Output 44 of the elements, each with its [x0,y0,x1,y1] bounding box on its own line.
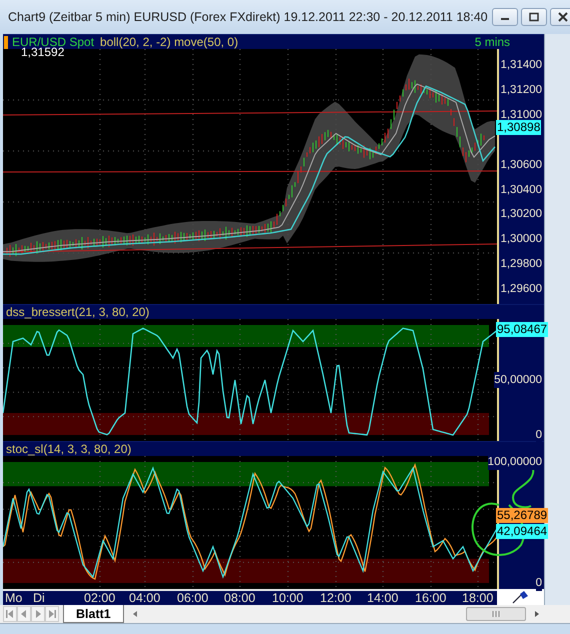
time-label: Di [33,591,45,606]
minimize-button[interactable] [492,8,518,26]
horizontal-scrollbar[interactable] [466,607,526,621]
time-label: Mo [5,591,22,606]
time-label: 04:00 [129,591,160,606]
value-badge: 55,26789 [496,508,548,524]
indicator-label: boll(20, 2, -2) move(50, 0) [99,35,238,50]
restore-button[interactable] [520,8,547,26]
value-badge: 95,08467 [496,322,548,338]
time-label: 02:00 [84,591,116,606]
indicator-label: stoc_sl(14, 3, 3, 80, 20) [5,442,132,456]
scroll-right-icon[interactable] [534,610,540,618]
timeframe-label: 5 mins [474,35,510,50]
left-arrow-icon [5,608,15,620]
axis-label: 0 [536,427,542,444]
time-label: 08:00 [224,591,256,606]
left-arrow-icon [19,608,29,620]
time-label: 06:00 [177,591,208,606]
right-arrow-icon [47,608,57,620]
next-sheet-button[interactable] [45,606,59,622]
previous-sheet-button[interactable] [17,606,31,622]
window-title: Chart9 (Zeitbar 5 min) EURUSD (Forex FXdirekt) 19.12.2011 22:30 - 20.12.2011 18:40 [8,10,488,24]
time-label: 10:00 [272,591,304,606]
next-sheet-button[interactable] [31,606,45,622]
previous-sheet-button[interactable] [3,606,17,622]
value-badge: 42,09464 [496,524,548,540]
restore-icon [528,12,540,22]
right-arrow-icon [33,608,43,620]
flag-icon[interactable] [512,590,530,604]
time-label: 16:00 [415,591,446,606]
time-label: 12:00 [320,591,352,606]
caret-icon [132,610,138,618]
value-badge: 1,30898 [496,120,542,134]
close-icon [556,12,569,22]
price-value: 1,31592 [21,45,64,60]
time-label: 14:00 [367,591,398,606]
close-button[interactable] [550,8,570,26]
indicator-label: dss_bressert(21, 3, 80, 20) [5,305,150,320]
sheet-tab[interactable]: Blatt1 [63,605,124,623]
time-label: 18:00 [462,591,494,606]
grip-icon [491,610,501,618]
axis-label: 100,00000 [488,454,542,470]
axis-label: 50,00000 [494,372,542,388]
axis-label: 0 [536,575,542,592]
